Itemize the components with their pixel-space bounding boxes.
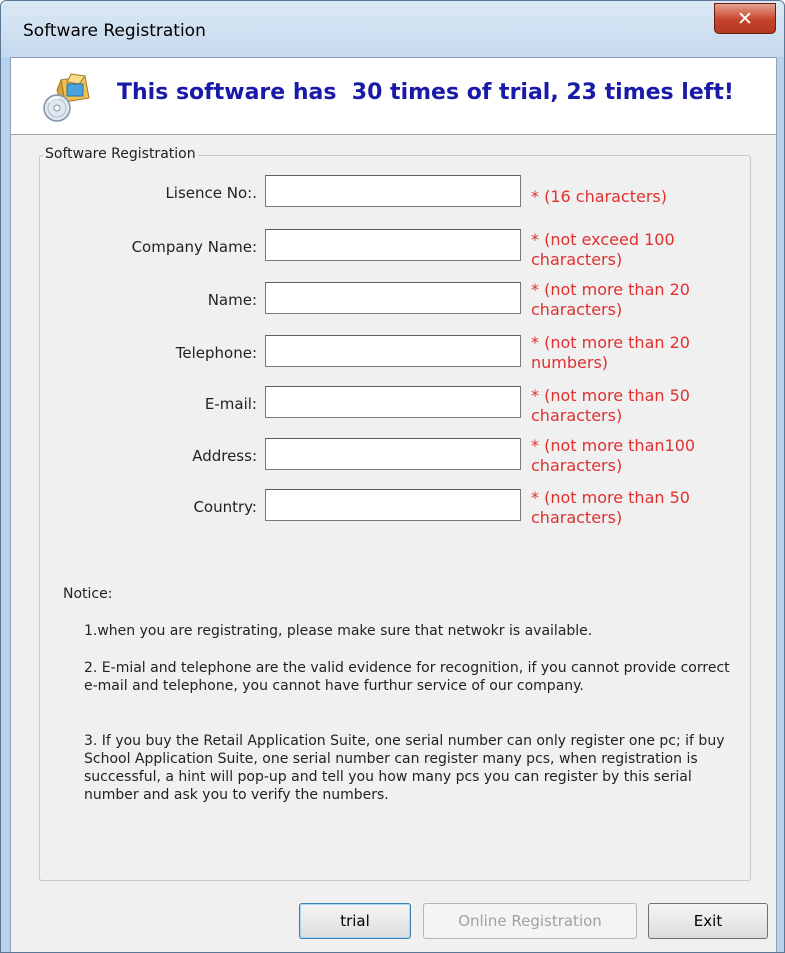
address-label: Address: [192,447,257,465]
software-box-cd-icon [43,73,90,122]
notice-title: Notice: [63,586,113,602]
close-button[interactable]: ✕ [714,3,776,34]
title-bar[interactable]: Software Registration ✕ [1,1,784,57]
telephone-input[interactable] [265,335,521,367]
company-name-label: Company Name: [131,238,257,256]
license-hint: * (16 characters) [531,187,667,206]
address-input[interactable] [265,438,521,470]
name-hint: * (not more than 20 characters) [531,280,690,319]
name-input[interactable] [265,282,521,314]
email-hint: * (not more than 50 characters) [531,386,690,425]
notice-item-2: 2. E-mial and telephone are the valid ev… [84,660,730,694]
online-registration-button[interactable]: Online Registration [423,903,637,939]
trial-banner: This software has 30 times of trial, 23 … [11,58,776,135]
registration-window: Software Registration ✕ This software ha… [0,0,785,953]
telephone-label: Telephone: [175,344,257,362]
close-icon: ✕ [737,7,753,30]
license-label: Lisence No:. [165,184,257,202]
country-input[interactable] [265,489,521,521]
license-input[interactable] [265,175,521,207]
telephone-hint: * (not more than 20 numbers) [531,333,690,372]
name-label: Name: [207,291,257,309]
country-hint: * (not more than 50 characters) [531,488,690,527]
company-name-hint: * (not exceed 100 characters) [531,230,675,269]
country-label: Country: [193,498,257,516]
window-title: Software Registration [23,21,206,41]
company-name-input[interactable] [265,229,521,261]
trial-button[interactable]: trial [299,903,411,939]
groupbox-legend: Software Registration [43,146,198,162]
exit-button[interactable]: Exit [648,903,768,939]
email-input[interactable] [265,386,521,418]
notice-item-3: 3. If you buy the Retail Application Sui… [84,733,725,803]
email-label: E-mail: [204,395,257,413]
dialog-body: This software has 30 times of trial, 23 … [10,57,777,952]
notice-item-1: 1.when you are registrating, please make… [84,623,593,639]
trial-message: This software has 30 times of trial, 23 … [117,80,734,105]
address-hint: * (not more than100 characters) [531,436,696,475]
